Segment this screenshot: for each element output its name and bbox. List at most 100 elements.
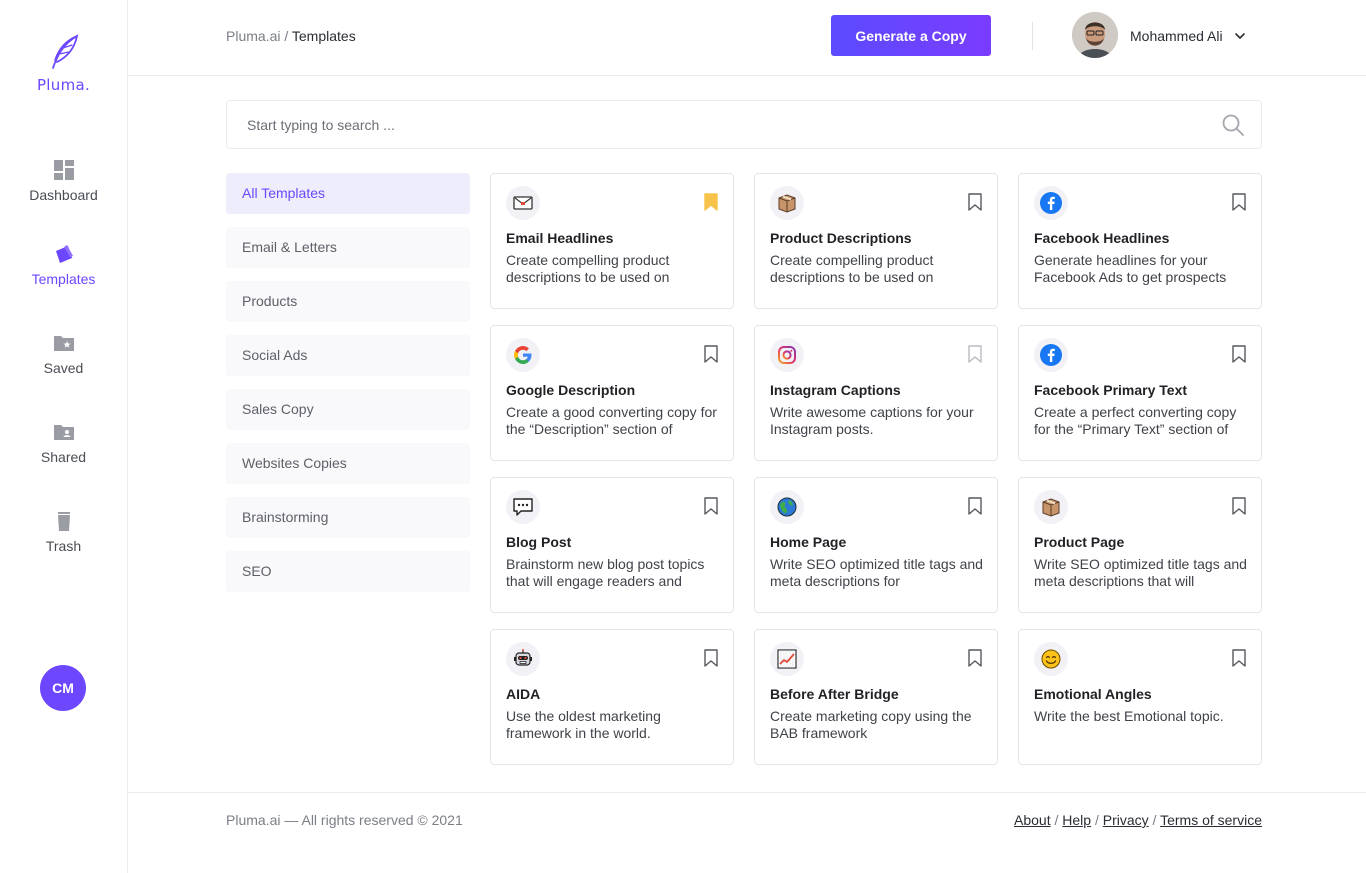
template-card-facebook-headlines[interactable]: Facebook Headlines Generate headlines fo… xyxy=(1018,173,1262,309)
category-products[interactable]: Products xyxy=(226,281,470,322)
template-title: AIDA xyxy=(506,686,541,702)
template-title: Emotional Angles xyxy=(1034,686,1152,702)
bookmark-icon[interactable] xyxy=(1232,497,1246,515)
instagram-icon xyxy=(770,338,804,372)
sidebar-item-label: Templates xyxy=(31,271,96,287)
template-card-product-page[interactable]: Product Page Write SEO optimized title t… xyxy=(1018,477,1262,613)
template-description: Write awesome captions for your Instagra… xyxy=(770,404,974,437)
footer-link-terms[interactable]: Terms of service xyxy=(1160,812,1262,828)
template-title: Google Description xyxy=(506,382,636,398)
sidebar-item-label: Trash xyxy=(45,538,82,554)
category-websites-copies[interactable]: Websites Copies xyxy=(226,443,470,484)
facebook-icon xyxy=(1034,186,1068,220)
brand-logo[interactable]: Pluma. xyxy=(0,32,127,94)
footer-divider xyxy=(128,792,1366,793)
template-card-aida[interactable]: AIDA Use the oldest marketing framework … xyxy=(490,629,734,765)
bookmark-icon[interactable] xyxy=(968,193,982,211)
footer-link-help[interactable]: Help xyxy=(1062,812,1091,828)
sidebar-item-trash[interactable]: Trash xyxy=(0,510,127,556)
template-title: Product Descriptions xyxy=(770,230,912,246)
feather-icon xyxy=(51,34,78,69)
bookmark-icon[interactable] xyxy=(1232,345,1246,363)
chevron-down-icon[interactable] xyxy=(1234,30,1246,42)
template-description: Generate headlines for your Facebook Ads… xyxy=(1034,252,1227,285)
category-brainstorming[interactable]: Brainstorming xyxy=(226,497,470,538)
bookmark-icon[interactable] xyxy=(704,649,718,667)
bookmark-icon[interactable] xyxy=(1232,193,1246,211)
bookmark-icon[interactable] xyxy=(1232,649,1246,667)
robot-icon xyxy=(506,642,540,676)
user-initials-avatar[interactable]: CM xyxy=(40,665,86,711)
bookmark-icon[interactable] xyxy=(968,649,982,667)
template-card-blog-post[interactable]: Blog Post Brainstorm new blog post topic… xyxy=(490,477,734,613)
footer-link-separator: / xyxy=(1152,812,1157,828)
search-bar xyxy=(226,100,1262,149)
template-card-before-after-bridge[interactable]: Before After Bridge Create marketing cop… xyxy=(754,629,998,765)
template-card-email-headlines[interactable]: Email Headlines Create compelling produc… xyxy=(490,173,734,309)
header-divider xyxy=(1032,22,1033,50)
footer-link-separator: / xyxy=(1094,812,1099,828)
sidebar-item-shared[interactable]: Shared xyxy=(0,421,127,467)
template-description: Create marketing copy using the BAB fram… xyxy=(770,708,972,741)
template-card-instagram-captions[interactable]: Instagram Captions Write awesome caption… xyxy=(754,325,998,461)
template-card-facebook-primary-text[interactable]: Facebook Primary Text Create a perfect c… xyxy=(1018,325,1262,461)
sidebar-item-saved[interactable]: Saved xyxy=(0,332,127,378)
user-avatar[interactable] xyxy=(1072,12,1118,58)
box-icon xyxy=(1034,490,1068,524)
sidebar: Pluma. Dashboard Templates Saved Shared xyxy=(0,0,128,873)
sidebar-item-label: Saved xyxy=(43,360,84,376)
category-social-ads[interactable]: Social Ads xyxy=(226,335,470,376)
category-all-templates[interactable]: All Templates xyxy=(226,173,470,214)
user-name[interactable]: Mohammed Ali xyxy=(1130,28,1223,44)
sidebar-item-dashboard[interactable]: Dashboard xyxy=(0,159,127,205)
generate-copy-button[interactable]: Generate a Copy xyxy=(831,15,991,56)
template-description: Write the best Emotional topic. xyxy=(1034,708,1224,724)
shared-folder-icon xyxy=(53,425,74,440)
template-card-emotional-angles[interactable]: Emotional Angles Write the best Emotiona… xyxy=(1018,629,1262,765)
bookmark-icon[interactable] xyxy=(968,345,982,363)
template-description: Write SEO optimized title tags and meta … xyxy=(1034,556,1247,589)
category-email-letters[interactable]: Email & Letters xyxy=(226,227,470,268)
breadcrumb-separator: / xyxy=(284,28,289,44)
globe-icon xyxy=(770,490,804,524)
bookmark-icon[interactable] xyxy=(704,345,718,363)
sidebar-item-templates[interactable]: Templates xyxy=(0,243,127,289)
template-title: Instagram Captions xyxy=(770,382,901,398)
bookmark-icon[interactable] xyxy=(704,497,718,515)
breadcrumb: Pluma.ai / Templates xyxy=(226,28,356,44)
template-card-home-page[interactable]: Home Page Write SEO optimized title tags… xyxy=(754,477,998,613)
smiling-face-icon xyxy=(1034,642,1068,676)
trash-icon xyxy=(57,512,70,531)
template-title: Home Page xyxy=(770,534,847,550)
template-title: Email Headlines xyxy=(506,230,614,246)
facebook-icon xyxy=(1034,338,1068,372)
bookmark-icon[interactable] xyxy=(968,497,982,515)
chart-increasing-icon xyxy=(770,642,804,676)
search-input[interactable] xyxy=(247,101,1207,148)
template-card-google-description[interactable]: Google Description Create a good convert… xyxy=(490,325,734,461)
google-icon xyxy=(506,338,540,372)
footer-link-about[interactable]: About xyxy=(1014,812,1051,828)
email-icon xyxy=(506,186,540,220)
breadcrumb-root[interactable]: Pluma.ai xyxy=(226,28,280,44)
brand-name: Pluma. xyxy=(36,76,91,94)
category-sales-copy[interactable]: Sales Copy xyxy=(226,389,470,430)
footer-links: About / Help / Privacy / Terms of servic… xyxy=(1014,812,1262,828)
template-card-product-descriptions[interactable]: Product Descriptions Create compelling p… xyxy=(754,173,998,309)
search-icon[interactable] xyxy=(1221,113,1245,137)
bookmark-icon[interactable] xyxy=(704,193,718,211)
top-header: Pluma.ai / Templates Generate a Copy Moh… xyxy=(128,0,1366,76)
template-description: Use the oldest marketing framework in th… xyxy=(506,708,661,741)
template-title: Facebook Headlines xyxy=(1034,230,1170,246)
template-title: Before After Bridge xyxy=(770,686,899,702)
sidebar-item-label: Dashboard xyxy=(29,187,98,203)
template-description: Brainstorm new blog post topics that wil… xyxy=(506,556,705,589)
category-seo[interactable]: SEO xyxy=(226,551,470,592)
sidebar-item-label: Shared xyxy=(40,449,87,465)
templates-icon xyxy=(55,245,73,263)
breadcrumb-current: Templates xyxy=(291,28,356,44)
template-title: Facebook Primary Text xyxy=(1034,382,1188,398)
footer-link-privacy[interactable]: Privacy xyxy=(1103,812,1149,828)
template-description: Create a good converting copy for the “D… xyxy=(506,404,717,437)
box-icon xyxy=(770,186,804,220)
